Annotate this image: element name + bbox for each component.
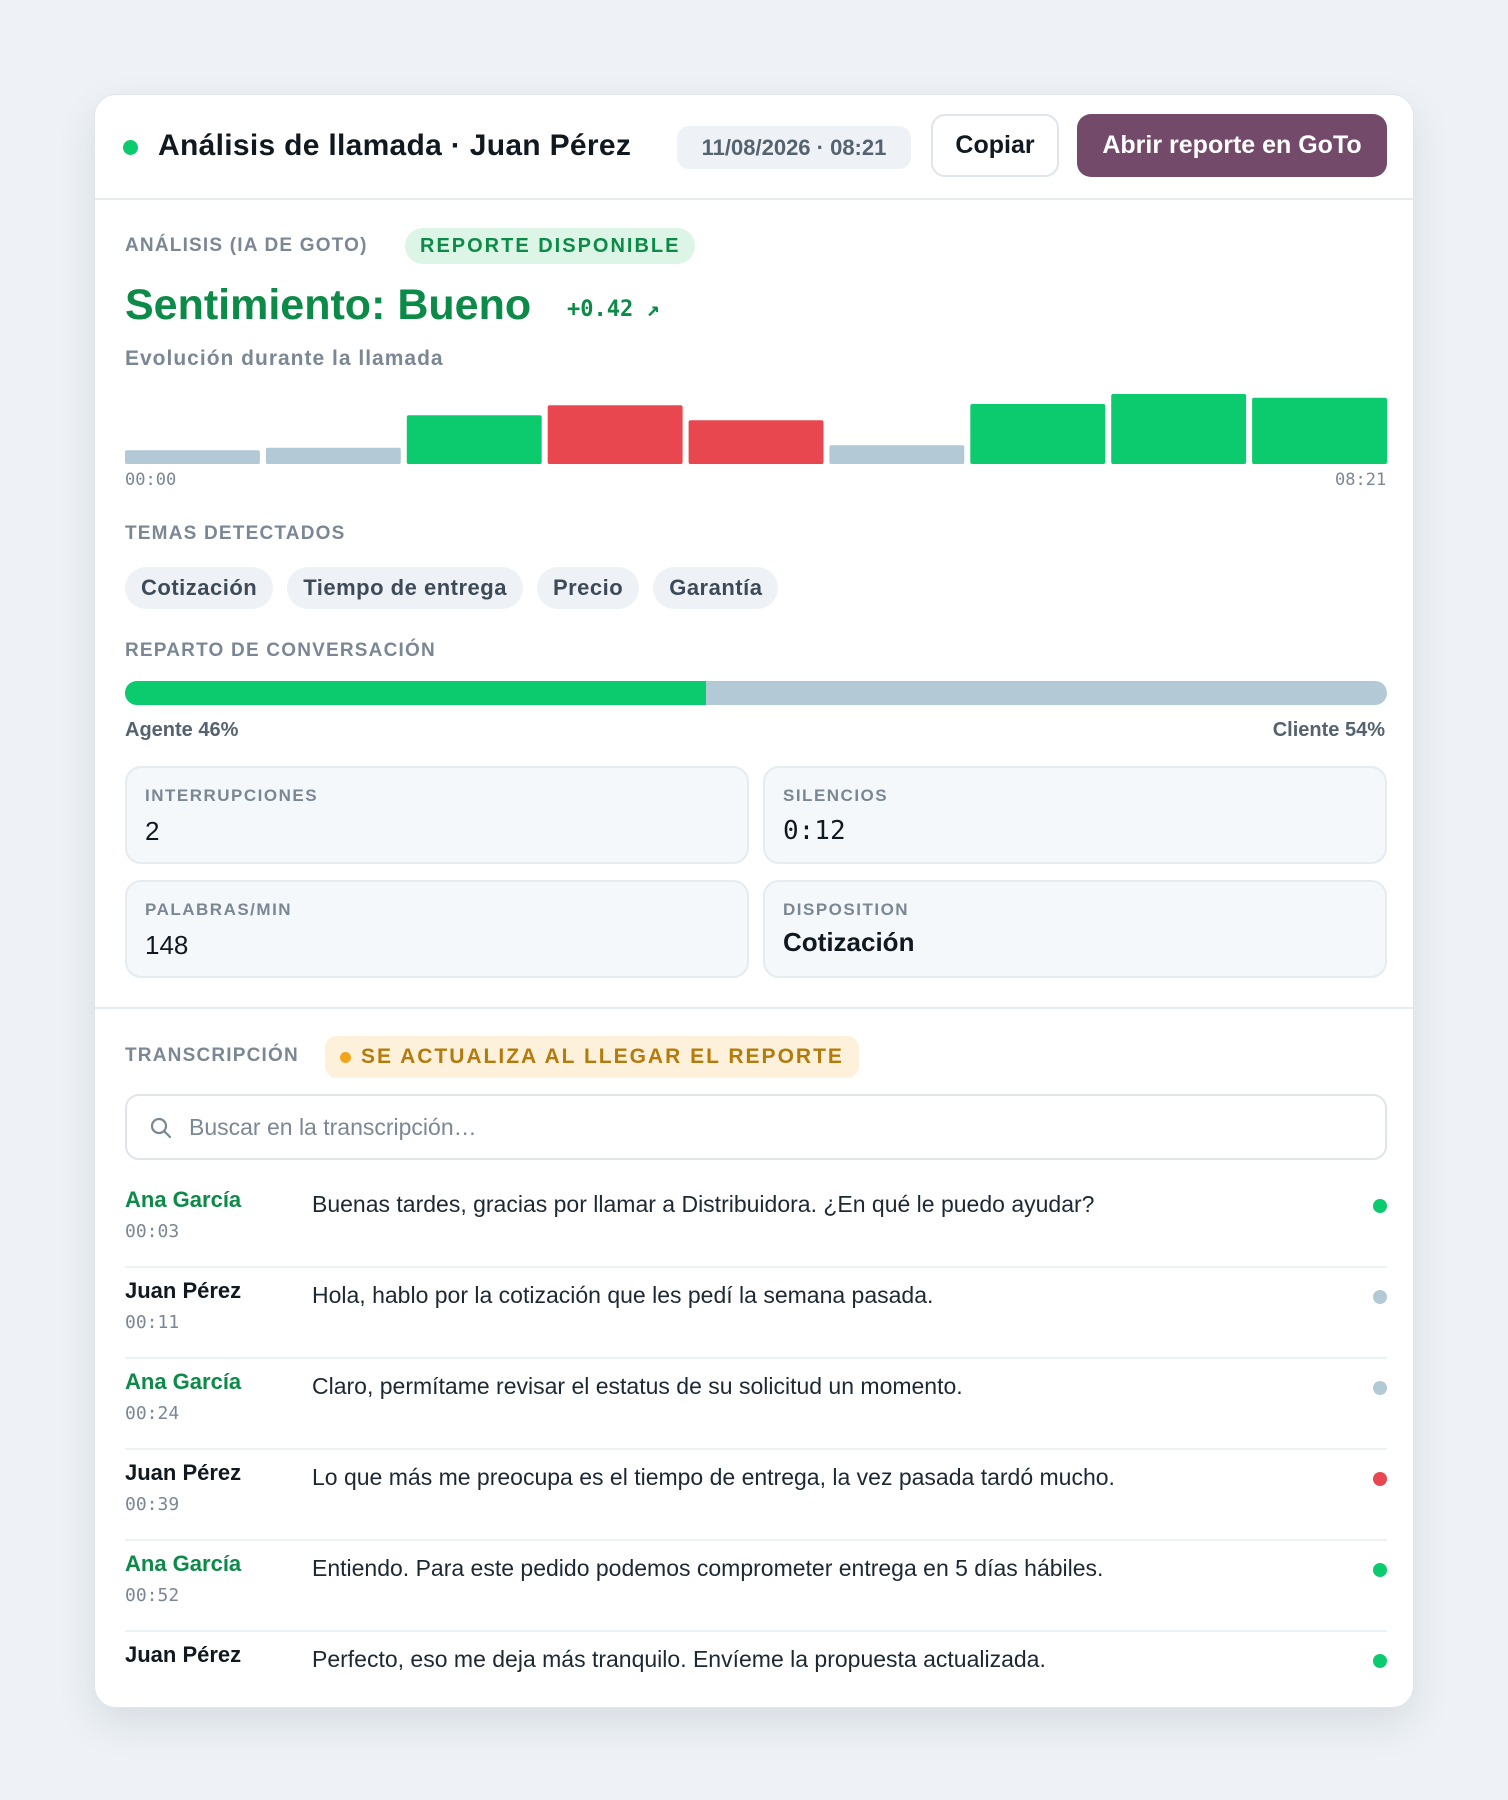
sentiment-dot-icon [1373,1563,1387,1577]
metric-label: INTERRUPCIONES [145,786,319,805]
analysis-section-label: ANÁLISIS (IA DE GOTO) [125,235,368,256]
utterance-timestamp: 00:03 [125,1221,180,1242]
metric-interruptions: INTERRUPCIONES 2 [125,766,749,864]
topic-chip[interactable]: Cotización [125,567,274,609]
topic-chip[interactable]: Tiempo de entrega [287,567,523,609]
speaker-name: Ana García [125,1369,242,1394]
speaker-name: Juan Pérez [125,1460,242,1485]
sentiment-dot-icon [1373,1290,1387,1304]
pending-dot-icon [340,1051,351,1063]
conversation-split-bar [125,681,1387,705]
transcript-search[interactable] [125,1094,1387,1160]
sentiment-dot-icon [1373,1654,1387,1668]
metric-value: 148 [145,930,189,960]
utterance-text: Claro, permítame revisar el estatus de s… [312,1373,963,1399]
metric-label: SILENCIOS [783,786,889,805]
sentiment-dot-icon [1373,1472,1387,1486]
sentiment-segment-bar [1252,397,1387,464]
update-pending-badge: SE ACTUALIZA AL LLEGAR EL REPORTE [325,1036,859,1078]
utterance-timestamp: 00:52 [125,1585,180,1606]
utterance-timestamp: 00:11 [125,1312,180,1333]
sentiment-dot-icon [1373,1199,1387,1213]
chart-time-start: 00:00 [125,470,177,490]
transcript-row[interactable]: Ana García 00:52 Entiendo. Para este pedid… [125,1541,1387,1632]
evolution-label: Evolución durante la llamada [125,347,444,370]
chart-time-end: 08:21 [1335,470,1387,490]
agent-share-fill [125,681,706,705]
client-share-label: Cliente 54% [1272,719,1385,741]
copy-button[interactable]: Copiar [931,114,1059,177]
open-goto-report-button[interactable]: Abrir reporte en GoTo [1077,114,1387,177]
conversation-split-label: REPARTO DE CONVERSACIÓN [125,640,436,661]
agent-share-label: Agente 46% [125,719,239,741]
search-icon [150,1117,172,1139]
sentiment-dot-icon [1373,1381,1387,1395]
metric-silences: SILENCIOS 0:12 [763,766,1387,864]
sentiment-segment-bar [547,405,683,464]
utterance-text: Perfecto, eso me deja más tranquilo. Env… [312,1646,1046,1672]
live-status-dot [123,140,138,155]
transcript-row[interactable]: Juan Pérez 00:11 Hola, hablo por la cotiza… [125,1268,1387,1359]
section-divider [95,1007,1413,1009]
transcript-row[interactable]: Juan Pérez 00:39 Lo que más me preocupa es… [125,1450,1387,1541]
sentiment-segment-bar [970,404,1106,464]
report-available-badge: REPORTE DISPONIBLE [405,228,696,264]
transcript-label: TRANSCRIPCIÓN [125,1045,299,1066]
metric-words-per-minute: PALABRAS/MIN 148 [125,880,749,978]
speaker-name: Juan Pérez [125,1642,242,1667]
metric-disposition: DISPOSITION Cotización [763,880,1387,978]
sentiment-segment-bar [688,420,824,464]
sentiment-score: +0.42 ↗ [567,297,660,322]
speaker-name: Juan Pérez [125,1278,242,1303]
utterance-text: Entiendo. Para este pedido podemos compr… [312,1555,1104,1581]
update-badge-text: SE ACTUALIZA AL LLEGAR EL REPORTE [361,1045,844,1068]
utterance-timestamp: 00:39 [125,1494,180,1515]
utterance-text: Hola, hablo por la cotización que les pe… [312,1282,934,1308]
sentiment-heading: Sentimiento: Bueno [125,281,532,329]
sentiment-evolution-chart [125,394,1387,464]
speaker-name: Ana García [125,1551,242,1576]
sentiment-segment-bar [1111,394,1247,464]
metric-label: PALABRAS/MIN [145,900,293,919]
sentiment-segment-bar [406,415,542,464]
transcript-row[interactable]: Ana García 00:24 Claro, permítame revisar … [125,1359,1387,1450]
topics-label: TEMAS DETECTADOS [125,523,346,544]
call-datetime: 11/08/2026 · 08:21 [677,126,911,169]
transcript-list: Ana García 00:03 Buenas tardes, gracias po… [125,1177,1387,1707]
metric-value: 0:12 [783,816,846,846]
utterance-text: Buenas tardes, gracias por llamar a Dist… [312,1191,1095,1217]
transcript-row[interactable]: Ana García 00:03 Buenas tardes, gracias po… [125,1177,1387,1268]
search-input[interactable] [189,1096,1339,1158]
metric-value: Cotización [783,927,915,957]
call-analysis-card: Análisis de llamada · Juan Pérez 11/08/2… [94,94,1414,1708]
utterance-timestamp: 00:24 [125,1403,180,1424]
utterance-text: Lo que más me preocupa es el tiempo de e… [312,1464,1115,1490]
transcript-row[interactable]: Juan Pérez Perfecto, eso me deja más tran… [125,1632,1387,1707]
topic-chip[interactable]: Precio [536,567,640,609]
topic-chip[interactable]: Garantía [653,567,779,609]
page-title: Análisis de llamada · Juan Pérez [158,129,632,162]
card-header: Análisis de llamada · Juan Pérez 11/08/2… [95,95,1413,200]
metric-value: 2 [145,816,160,846]
topics-list: Cotización Tiempo de entrega Precio Gara… [125,567,779,609]
metric-label: DISPOSITION [783,900,910,919]
sentiment-segment-bar [125,450,260,464]
sentiment-segment-bar [829,445,965,464]
speaker-name: Ana García [125,1187,242,1212]
sentiment-segment-bar [265,447,401,464]
